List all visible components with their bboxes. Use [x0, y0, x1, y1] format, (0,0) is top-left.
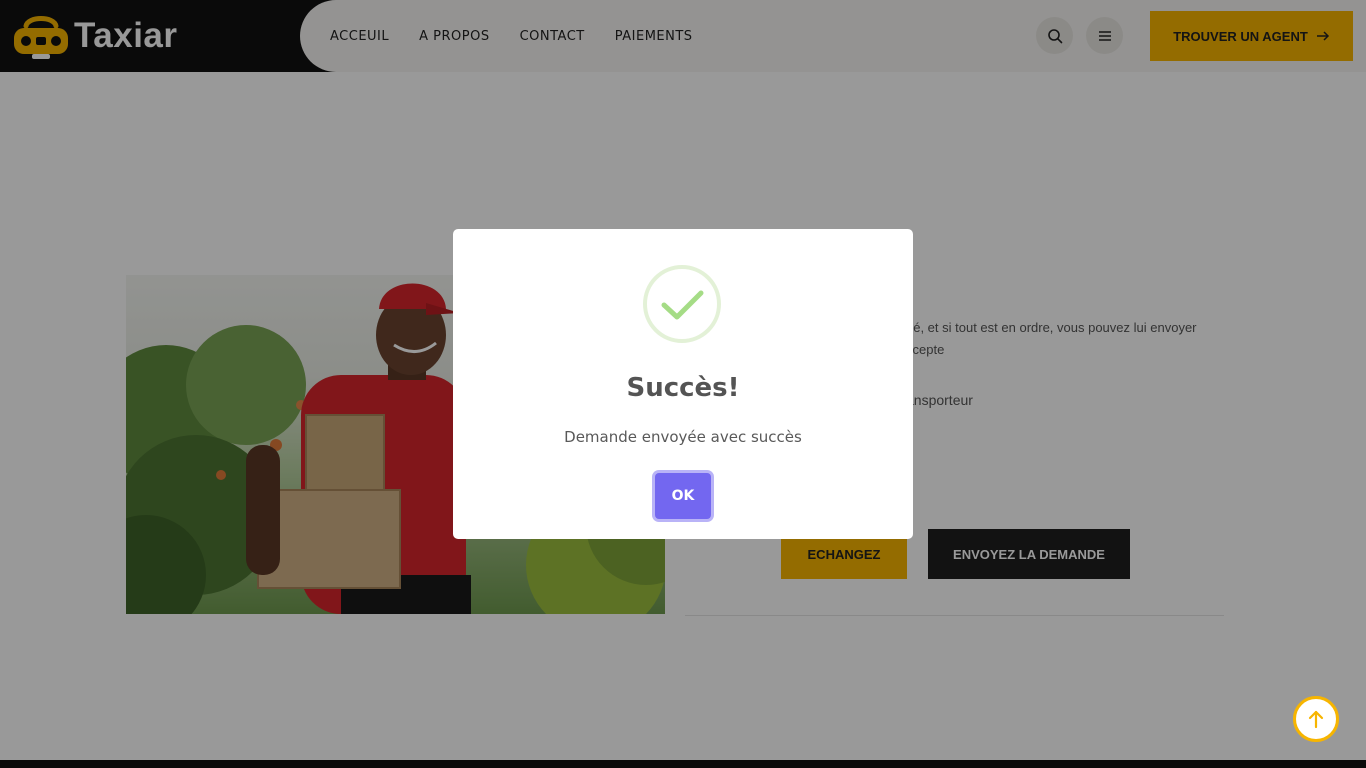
scroll-top-button[interactable] [1293, 696, 1339, 742]
success-dialog: Succès! Demande envoyée avec succès OK [453, 229, 913, 539]
arrow-up-icon [1308, 710, 1324, 729]
dialog-title: Succès! [626, 373, 740, 403]
success-check-icon [643, 265, 721, 343]
ok-button[interactable]: OK [655, 473, 711, 519]
dialog-message: Demande envoyée avec succès [564, 428, 802, 446]
